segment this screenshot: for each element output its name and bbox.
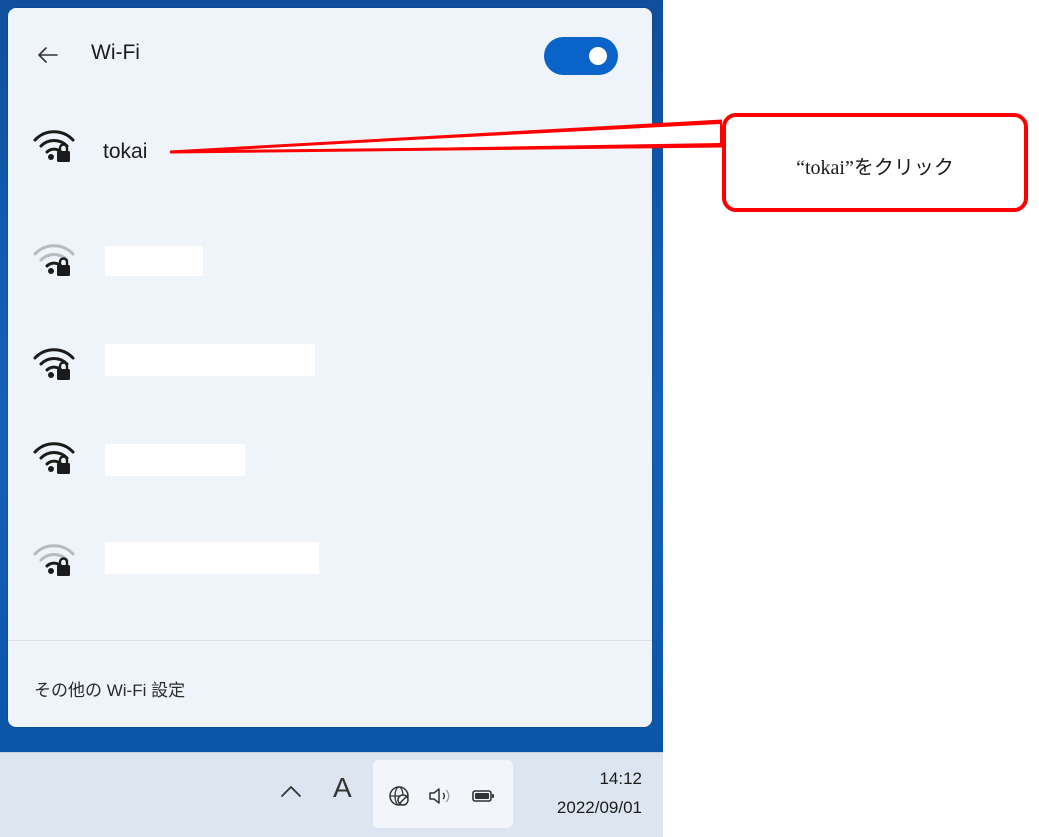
annotation-callout: “tokai”をクリック	[722, 113, 1028, 212]
annotation-text: “tokai”をクリック	[796, 157, 954, 179]
